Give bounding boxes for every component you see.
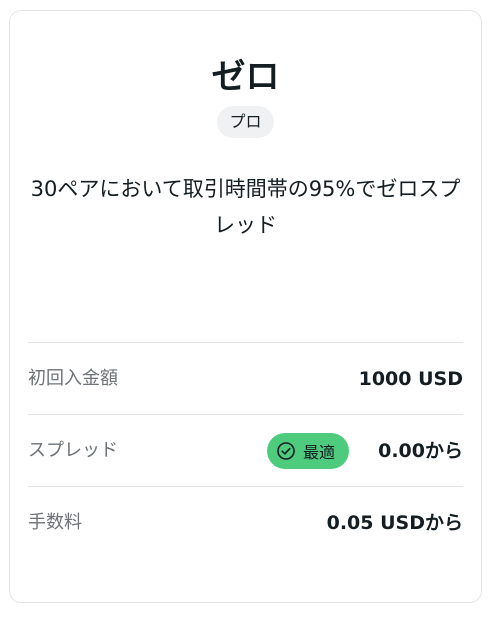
spec-label: 手数料 [28, 512, 82, 533]
best-badge: 最適 [266, 433, 349, 469]
spec-value: 0.05 USDから [326, 512, 463, 534]
check-circle-icon [276, 441, 296, 461]
account-card: ゼロ プロ 30ペアにおいて取引時間帯の95%でゼロスプレッド 初回入金額 10… [9, 10, 482, 603]
account-tier-badge: プロ [217, 106, 274, 138]
spec-row-commission: 手数料 0.05 USDから [28, 486, 463, 558]
spec-row-spread: スプレッド 最適 0.00から [28, 414, 463, 486]
spec-value: 1000 USD [358, 368, 463, 390]
account-description: 30ペアにおいて取引時間帯の95%でゼロスプレッド [30, 177, 461, 237]
spec-value: 0.00から [378, 440, 463, 462]
account-badge-wrap: プロ [10, 106, 481, 138]
account-specs: 初回入金額 1000 USD スプレッド 最適 0.00から 手数料 0.05 … [28, 342, 463, 558]
spec-label: スプレッド [28, 440, 118, 461]
best-badge-label: 最適 [302, 443, 335, 462]
spec-label: 初回入金額 [28, 368, 118, 389]
account-title: ゼロ [211, 57, 280, 97]
spec-row-min-deposit: 初回入金額 1000 USD [28, 342, 463, 414]
